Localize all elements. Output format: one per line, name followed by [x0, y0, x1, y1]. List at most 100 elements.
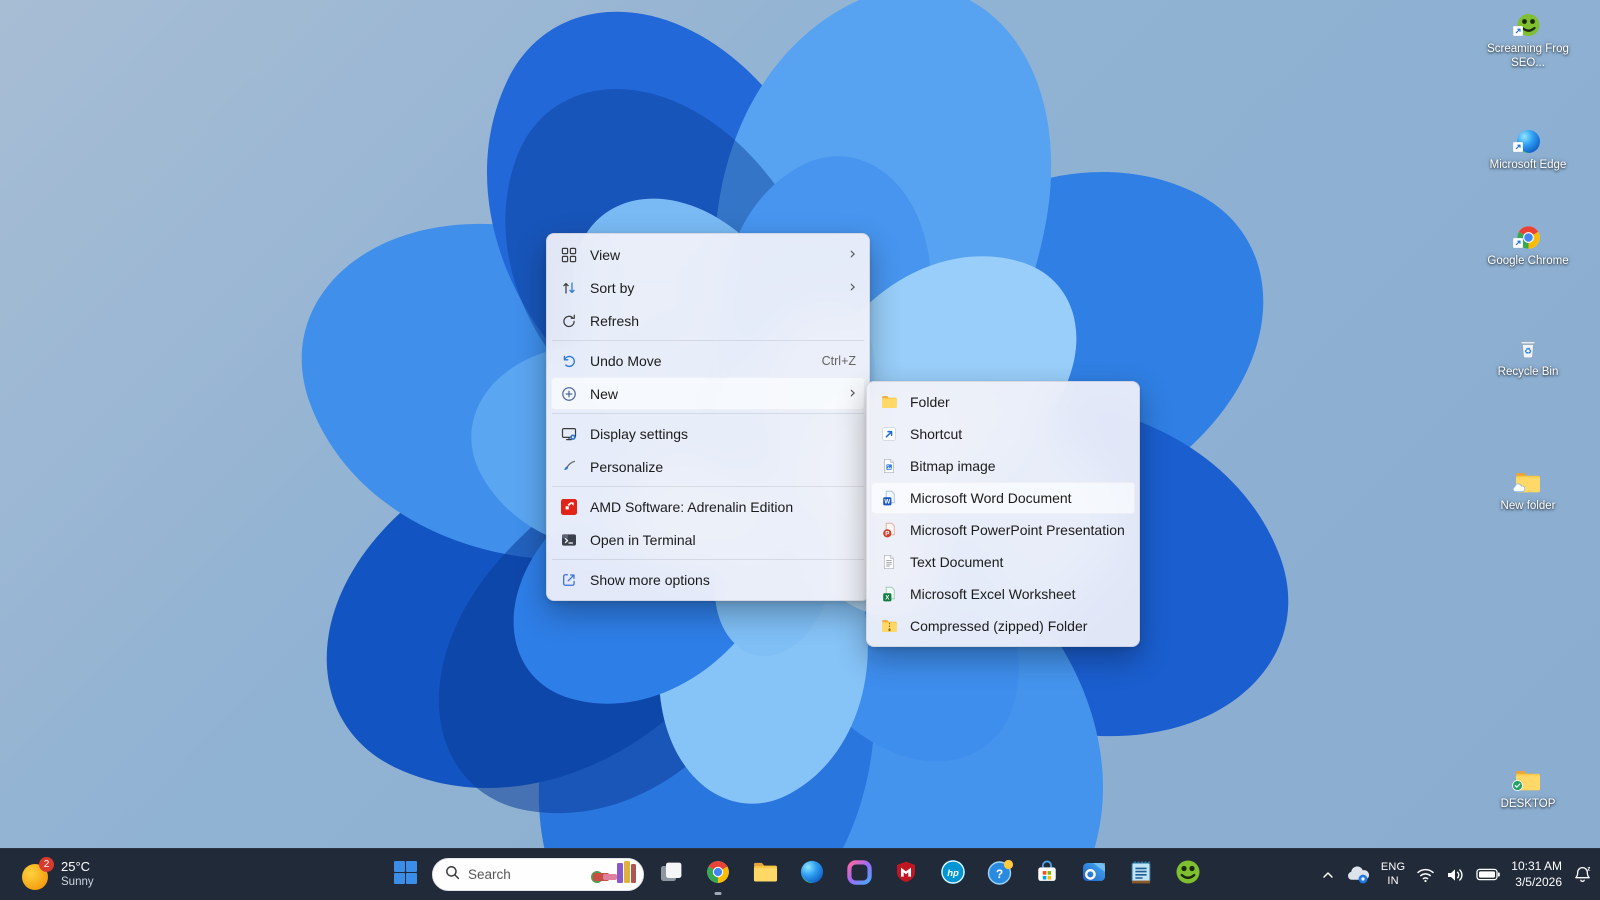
- submenu-item-label: Microsoft Excel Worksheet: [910, 586, 1126, 602]
- desktop-icon-label: Microsoft Edge: [1490, 158, 1567, 172]
- volume-icon[interactable]: [1446, 867, 1465, 883]
- notepad-taskbar-button[interactable]: [1121, 855, 1161, 895]
- menu-item-label: Personalize: [590, 459, 856, 475]
- menu-item-display-settings[interactable]: Display settings: [551, 417, 865, 450]
- file-explorer-button[interactable]: [745, 855, 785, 895]
- menu-item-undo-move[interactable]: Undo Move Ctrl+Z: [551, 344, 865, 377]
- screaming-frog-icon: [1175, 859, 1201, 890]
- chrome-shortcut-icon: [1515, 224, 1542, 251]
- submenu-item-powerpoint-presentation[interactable]: P Microsoft PowerPoint Presentation: [871, 514, 1135, 546]
- menu-item-label: AMD Software: Adrenalin Edition: [590, 499, 856, 515]
- menu-item-amd-software[interactable]: AMD Software: Adrenalin Edition: [551, 490, 865, 523]
- copilot-taskbar-button[interactable]: [839, 855, 879, 895]
- get-help-taskbar-button[interactable]: ?: [980, 855, 1020, 895]
- submenu-item-text-document[interactable]: Text Document: [871, 546, 1135, 578]
- desktop-icon-label: Google Chrome: [1487, 254, 1568, 268]
- onedrive-cloud-badge: [1512, 480, 1525, 498]
- submenu-item-folder[interactable]: Folder: [871, 386, 1135, 418]
- hp-icon: hp: [940, 859, 966, 890]
- microsoft-store-taskbar-button[interactable]: [1027, 855, 1067, 895]
- svg-text:W: W: [884, 499, 890, 506]
- edge-icon: [799, 859, 825, 890]
- submenu-item-label: Text Document: [910, 554, 1126, 570]
- chevron-right-icon: ›: [849, 385, 856, 402]
- menu-item-label: Display settings: [590, 426, 856, 442]
- menu-separator: [552, 340, 864, 341]
- menu-item-label: New: [590, 386, 841, 402]
- edge-taskbar-button[interactable]: [792, 855, 832, 895]
- menu-item-refresh[interactable]: Refresh: [551, 304, 865, 337]
- submenu-item-word-document[interactable]: W Microsoft Word Document: [871, 482, 1135, 514]
- clock[interactable]: 10:31 AM 3/5/2026: [1511, 859, 1562, 890]
- system-tray: ENG IN 10:31 AM 3/5/2026 z: [1321, 849, 1592, 900]
- desktop-icon-new-folder[interactable]: New folder: [1486, 470, 1570, 513]
- chevron-right-icon: ›: [849, 279, 856, 296]
- start-button[interactable]: [385, 855, 425, 895]
- submenu-item-compressed-folder[interactable]: Compressed (zipped) Folder: [871, 610, 1135, 642]
- display-settings-icon: [560, 425, 578, 443]
- weather-widget[interactable]: 2 25°C Sunny: [14, 849, 102, 900]
- edge-shortcut-icon: [1515, 128, 1542, 155]
- menu-item-new[interactable]: New ›: [551, 377, 865, 410]
- task-view-icon: [659, 860, 684, 890]
- notification-bell-dnd-icon[interactable]: z: [1573, 865, 1592, 884]
- menu-item-label: Open in Terminal: [590, 532, 856, 548]
- menu-item-personalize[interactable]: Personalize: [551, 450, 865, 483]
- desktop-icon-recycle-bin[interactable]: ♻ Recycle Bin: [1486, 336, 1570, 379]
- menu-item-label: Undo Move: [590, 353, 812, 369]
- desktop-context-menu: View › Sort by › Refresh Undo Move Ctrl+…: [546, 233, 870, 601]
- copilot-icon: [847, 860, 872, 890]
- menu-item-show-more-options[interactable]: Show more options: [551, 563, 865, 596]
- screaming-frog-taskbar-button[interactable]: [1168, 855, 1208, 895]
- refresh-icon: [560, 312, 578, 330]
- submenu-item-bitmap-image[interactable]: Bitmap image: [871, 450, 1135, 482]
- new-submenu: Folder Shortcut Bitmap image W Microsoft…: [866, 381, 1140, 647]
- menu-item-sort-by[interactable]: Sort by ›: [551, 271, 865, 304]
- menu-item-view[interactable]: View ›: [551, 238, 865, 271]
- mcafee-taskbar-button[interactable]: [886, 855, 926, 895]
- submenu-item-shortcut[interactable]: Shortcut: [871, 418, 1135, 450]
- menu-item-label: View: [590, 247, 841, 263]
- svg-text:?: ?: [995, 867, 1002, 881]
- bitmap-image-icon: [880, 457, 898, 475]
- notepad-icon: [1129, 859, 1153, 890]
- language-code: ENG: [1381, 861, 1405, 875]
- undo-icon: [560, 352, 578, 370]
- synced-check-badge: [1512, 778, 1523, 796]
- weather-temperature: 25°C: [61, 859, 94, 875]
- shortcut-arrow-badge: [1513, 139, 1523, 157]
- shortcut-icon: [880, 425, 898, 443]
- synced-folder-icon: [1514, 768, 1542, 794]
- outlook-taskbar-button[interactable]: [1074, 855, 1114, 895]
- tray-time: 10:31 AM: [1511, 859, 1562, 875]
- running-app-indicator: [715, 892, 722, 895]
- chrome-taskbar-button[interactable]: [698, 855, 738, 895]
- terminal-icon: [560, 531, 578, 549]
- desktop-icon-screaming-frog[interactable]: Screaming Frog SEO...: [1486, 12, 1570, 71]
- desktop-icon-google-chrome[interactable]: Google Chrome: [1486, 224, 1570, 268]
- submenu-item-label: Folder: [910, 394, 1126, 410]
- search-input[interactable]: Search: [432, 858, 644, 891]
- hp-taskbar-button[interactable]: hp: [933, 855, 973, 895]
- desktop-icon-microsoft-edge[interactable]: Microsoft Edge: [1486, 128, 1570, 172]
- tray-chevron-up-icon[interactable]: [1321, 868, 1335, 882]
- menu-item-label: Sort by: [590, 280, 841, 296]
- submenu-item-label: Shortcut: [910, 426, 1126, 442]
- file-explorer-icon: [752, 860, 779, 890]
- onedrive-tray-icon[interactable]: [1346, 866, 1370, 884]
- menu-separator: [552, 559, 864, 560]
- desktop-icon-desktop-folder[interactable]: DESKTOP: [1486, 768, 1570, 811]
- weather-condition: Sunny: [61, 875, 94, 889]
- task-view-button[interactable]: [651, 855, 691, 895]
- wifi-icon[interactable]: [1416, 867, 1435, 883]
- sort-icon: [560, 279, 578, 297]
- language-indicator[interactable]: ENG IN: [1381, 861, 1405, 889]
- onedrive-folder-icon: [1514, 470, 1542, 496]
- menu-separator: [552, 486, 864, 487]
- taskbar-center: Search hp ?: [385, 849, 1208, 900]
- desktop-icon-label: Recycle Bin: [1498, 365, 1559, 379]
- battery-icon[interactable]: [1476, 868, 1500, 881]
- menu-item-open-in-terminal[interactable]: Open in Terminal: [551, 523, 865, 556]
- submenu-item-excel-worksheet[interactable]: X Microsoft Excel Worksheet: [871, 578, 1135, 610]
- svg-text:♻: ♻: [1524, 347, 1532, 357]
